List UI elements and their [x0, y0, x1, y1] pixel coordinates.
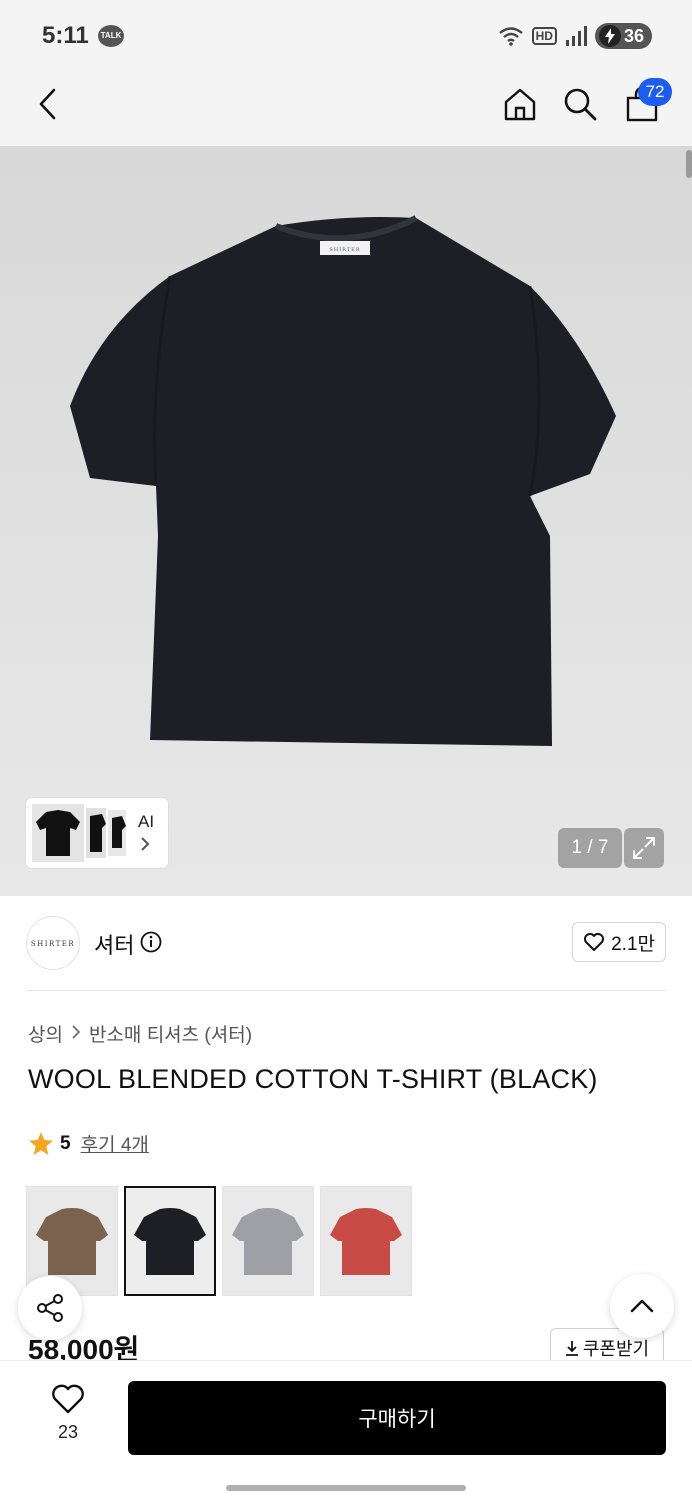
swatch-tshirt-image — [36, 1208, 108, 1275]
chevron-left-icon — [39, 88, 56, 120]
wifi-icon — [498, 27, 523, 46]
top-navigation — [0, 74, 692, 146]
hd-network-icon: HD — [531, 27, 557, 45]
product-image-tshirt: SHIRTER — [70, 215, 616, 746]
status-time: 5:11 — [42, 22, 89, 49]
scroll-to-top-button[interactable] — [610, 1274, 674, 1338]
heart-icon — [52, 1384, 84, 1414]
divider — [26, 990, 666, 991]
product-title: WOOL BLENDED COTTON T-SHIRT (BLACK) — [28, 1064, 598, 1094]
breadcrumb: 상의 반소매 티셔츠 (셔터) — [28, 1020, 252, 1047]
tshirt-neck-label: SHIRTER — [329, 247, 360, 253]
product-page: 5:11 TALK HD 36 72 SHIRTER AI 1 / 7 SHIR… — [0, 0, 692, 1500]
ai-styling-chip[interactable]: AI — [26, 798, 168, 868]
battery-indicator: 36 — [594, 23, 652, 49]
color-swatches — [26, 1186, 412, 1296]
back-button[interactable] — [26, 82, 70, 126]
scrollbar[interactable] — [686, 150, 692, 178]
download-icon — [565, 1341, 578, 1356]
color-swatch-red[interactable] — [320, 1186, 412, 1296]
heart-icon — [584, 933, 605, 951]
home-indicator[interactable] — [226, 1485, 466, 1491]
brand-like-count: 2.1만 — [611, 933, 655, 955]
signal-icon — [565, 26, 587, 46]
chevron-right-icon — [140, 836, 150, 857]
expand-icon — [633, 837, 655, 859]
search-icon — [564, 88, 597, 121]
home-button[interactable] — [498, 82, 542, 126]
swatch-tshirt-image — [330, 1208, 402, 1275]
chevron-up-icon — [630, 1299, 654, 1313]
brand-row: SHIRTER 셔터 2.1만 — [26, 916, 666, 972]
wishlist-button[interactable]: 23 — [36, 1383, 100, 1453]
charging-icon — [598, 25, 621, 47]
cart-count-badge: 72 — [638, 78, 672, 106]
brand-name[interactable]: 셔터 — [94, 928, 134, 960]
color-swatch-gray[interactable] — [222, 1186, 314, 1296]
swatch-tshirt-image — [134, 1208, 206, 1275]
buy-button[interactable]: 구매하기 — [128, 1381, 666, 1455]
swatch-tshirt-image — [232, 1208, 304, 1275]
info-icon[interactable] — [140, 931, 162, 958]
breadcrumb-subcategory[interactable]: 반소매 티셔츠 (셔터) — [89, 1020, 252, 1047]
status-bar: 5:11 TALK HD 36 — [0, 0, 692, 74]
ai-styling-thumbnail — [32, 804, 126, 862]
image-page-indicator: 1 / 7 — [558, 828, 622, 868]
color-swatch-black[interactable] — [124, 1186, 216, 1296]
product-image-gallery[interactable]: SHIRTER AI 1 / 7 — [0, 146, 692, 896]
expand-image-button[interactable] — [624, 828, 664, 868]
brand-like-button[interactable]: 2.1만 — [572, 922, 666, 962]
battery-level: 36 — [623, 25, 644, 46]
kakaotalk-notification-icon: TALK — [98, 25, 124, 47]
chevron-right-icon — [71, 1023, 81, 1045]
rating-row: 5 후기 4개 — [28, 1130, 149, 1157]
share-button[interactable] — [18, 1276, 82, 1340]
star-icon — [29, 1131, 53, 1155]
status-icons: HD 36 — [498, 22, 652, 50]
bottom-action-bar: 23 구매하기 — [0, 1360, 692, 1500]
brand-logo[interactable]: SHIRTER — [26, 916, 80, 970]
search-button[interactable] — [558, 82, 602, 126]
coupon-label: 쿠폰받기 — [582, 1339, 650, 1359]
share-icon — [37, 1294, 63, 1322]
rating-value: 5 — [60, 1132, 71, 1154]
home-icon — [504, 88, 536, 121]
ai-label: AI — [138, 812, 155, 831]
review-count-link[interactable]: 후기 4개 — [81, 1130, 149, 1157]
wishlist-count: 23 — [57, 1422, 79, 1442]
breadcrumb-category[interactable]: 상의 — [28, 1020, 63, 1047]
